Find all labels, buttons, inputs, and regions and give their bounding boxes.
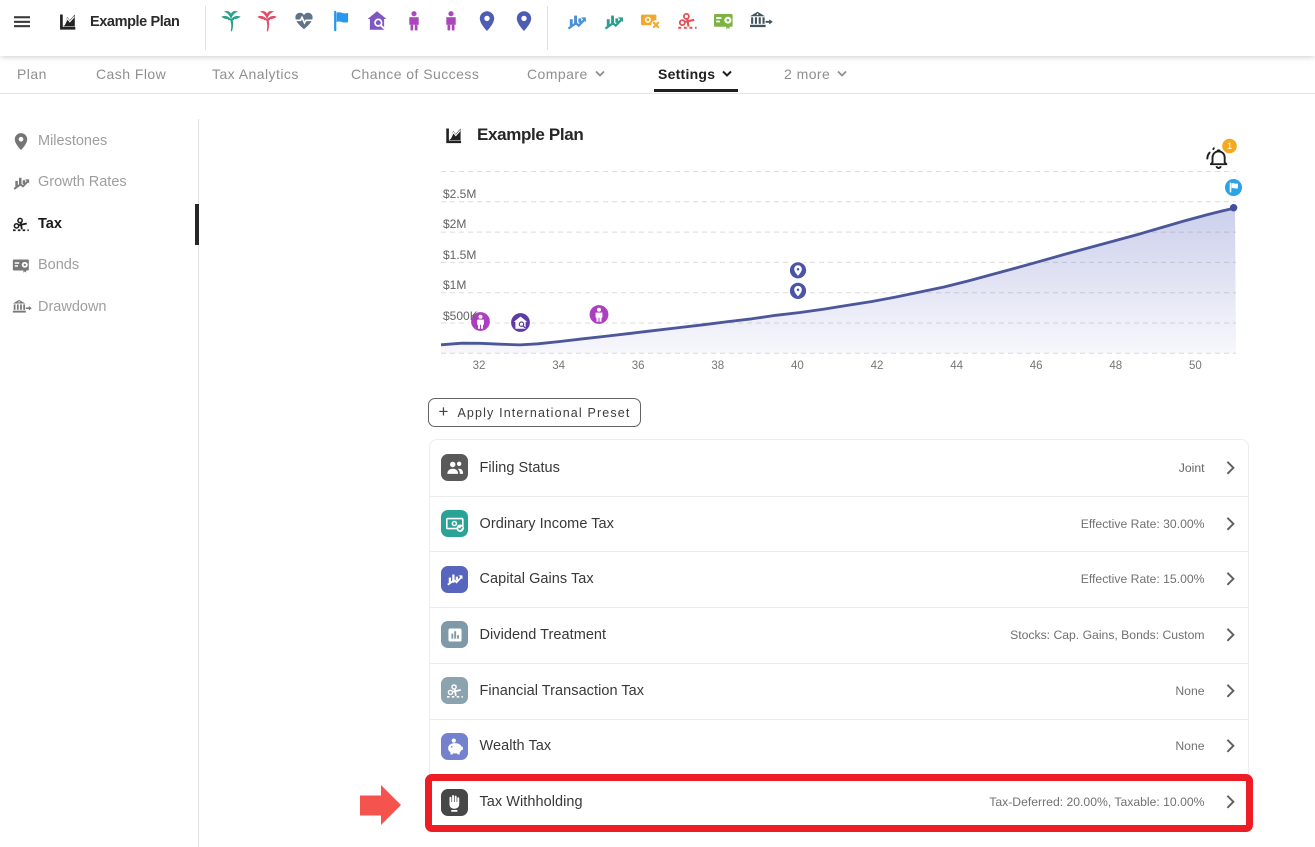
svg-text:1: 1 [1227,141,1232,152]
